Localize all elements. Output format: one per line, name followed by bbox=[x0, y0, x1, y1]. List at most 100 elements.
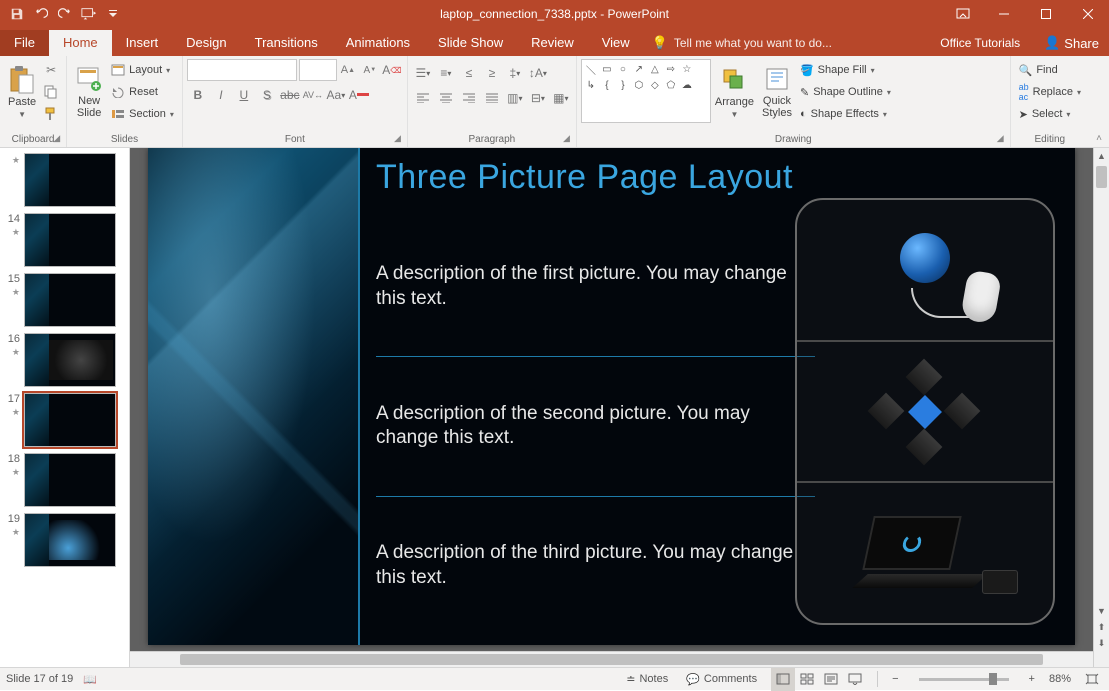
shapes-gallery[interactable]: ＼ ▭ ○ ↗ △ ⇨ ☆ ↳ { } ⬡ ◇ ⬠ ☁ bbox=[581, 59, 711, 123]
change-case-button[interactable]: Aa▾ bbox=[325, 84, 347, 106]
bullets-button[interactable]: ☰▾ bbox=[412, 62, 434, 84]
shadow-button[interactable]: S bbox=[256, 84, 278, 106]
align-center-button[interactable] bbox=[435, 87, 457, 109]
share-button[interactable]: 👤 Share bbox=[1034, 30, 1109, 56]
arrange-button[interactable]: Arrange▼ bbox=[711, 59, 758, 125]
picture-panel[interactable] bbox=[795, 198, 1055, 625]
tab-home[interactable]: Home bbox=[49, 30, 112, 56]
underline-button[interactable]: U bbox=[233, 84, 255, 106]
font-color-button[interactable]: A bbox=[348, 84, 370, 106]
slide-thumbnail[interactable]: 16★ bbox=[0, 330, 129, 390]
shrink-font-button[interactable]: A▼ bbox=[359, 59, 381, 81]
scroll-up-icon[interactable]: ▲ bbox=[1094, 148, 1109, 164]
char-spacing-button[interactable]: AV↔ bbox=[302, 84, 324, 106]
layout-button[interactable]: Layout▾ bbox=[107, 59, 178, 81]
notes-button[interactable]: ≐Notes bbox=[622, 668, 672, 691]
desc-1[interactable]: A description of the first picture. You … bbox=[376, 262, 815, 311]
picture-1[interactable] bbox=[797, 200, 1053, 340]
increase-indent-button[interactable]: ≥ bbox=[481, 62, 503, 84]
text-direction-button[interactable]: ↕A▾ bbox=[527, 62, 549, 84]
slide-canvas[interactable]: Three Picture Page Layout A description … bbox=[148, 148, 1075, 645]
numbering-button[interactable]: ≡▾ bbox=[435, 62, 457, 84]
slide-thumbnail[interactable]: 18★ bbox=[0, 450, 129, 510]
align-left-button[interactable] bbox=[412, 87, 434, 109]
start-slideshow-icon[interactable] bbox=[78, 3, 100, 25]
tab-animations[interactable]: Animations bbox=[332, 30, 424, 56]
horizontal-scrollbar[interactable] bbox=[130, 651, 1093, 667]
minimize-button[interactable] bbox=[983, 0, 1025, 28]
ribbon-display-options-icon[interactable] bbox=[947, 3, 979, 25]
slide-thumbnail[interactable]: 17★ bbox=[0, 390, 129, 450]
format-painter-button[interactable] bbox=[40, 103, 62, 125]
slide-thumbnail[interactable]: 15★ bbox=[0, 270, 129, 330]
slide-thumbnail[interactable]: 14★ bbox=[0, 210, 129, 270]
bold-button[interactable]: B bbox=[187, 84, 209, 106]
justify-button[interactable] bbox=[481, 87, 503, 109]
tab-office-tutorials[interactable]: Office Tutorials bbox=[926, 30, 1034, 56]
zoom-level[interactable]: 88% bbox=[1049, 673, 1071, 685]
align-right-button[interactable] bbox=[458, 87, 480, 109]
shape-effects-button[interactable]: ◐Shape Effects▾ bbox=[796, 103, 895, 125]
zoom-out-button[interactable]: − bbox=[888, 668, 902, 691]
scroll-down-icon[interactable]: ▼ bbox=[1094, 603, 1109, 619]
slide-editor[interactable]: Three Picture Page Layout A description … bbox=[130, 148, 1109, 667]
sorter-view-button[interactable] bbox=[795, 668, 819, 691]
maximize-button[interactable] bbox=[1025, 0, 1067, 28]
shape-fill-button[interactable]: 🪣Shape Fill▾ bbox=[796, 59, 895, 81]
dialog-launcher-icon[interactable]: ◢ bbox=[997, 133, 1004, 144]
copy-button[interactable] bbox=[40, 81, 62, 103]
tab-design[interactable]: Design bbox=[172, 30, 240, 56]
tab-review[interactable]: Review bbox=[517, 30, 588, 56]
zoom-slider-thumb[interactable] bbox=[989, 673, 997, 685]
slideshow-view-button[interactable] bbox=[843, 668, 867, 691]
select-button[interactable]: ➤Select▾ bbox=[1015, 103, 1085, 125]
slide-title[interactable]: Three Picture Page Layout bbox=[376, 158, 793, 197]
desc-2[interactable]: A description of the second picture. You… bbox=[376, 402, 815, 451]
tab-view[interactable]: View bbox=[588, 30, 644, 56]
reading-view-button[interactable] bbox=[819, 668, 843, 691]
grow-font-button[interactable]: A▲ bbox=[337, 59, 359, 81]
tab-file[interactable]: File bbox=[0, 30, 49, 56]
picture-3[interactable] bbox=[797, 481, 1053, 623]
slide-thumbnails-pane[interactable]: ★14★15★16★17★18★19★ bbox=[0, 148, 130, 667]
font-name-combo[interactable] bbox=[187, 59, 297, 81]
tell-me-search[interactable]: 💡 Tell me what you want to do... bbox=[652, 30, 832, 56]
section-button[interactable]: Section▾ bbox=[107, 103, 178, 125]
strikethrough-button[interactable]: abc bbox=[279, 84, 301, 106]
qat-customize-icon[interactable] bbox=[102, 3, 124, 25]
fit-to-window-button[interactable] bbox=[1081, 668, 1103, 691]
clear-formatting-button[interactable]: A⌫ bbox=[381, 59, 403, 81]
normal-view-button[interactable] bbox=[771, 668, 795, 691]
dialog-launcher-icon[interactable]: ◢ bbox=[563, 133, 570, 144]
zoom-in-button[interactable]: + bbox=[1025, 668, 1039, 691]
italic-button[interactable]: I bbox=[210, 84, 232, 106]
zoom-slider[interactable] bbox=[919, 678, 1009, 681]
next-slide-icon[interactable]: ⬇ bbox=[1094, 635, 1109, 651]
slide-thumbnail[interactable]: ★ bbox=[0, 150, 129, 210]
smartart-button[interactable]: ▦▾ bbox=[550, 87, 572, 109]
close-button[interactable] bbox=[1067, 0, 1109, 28]
prev-slide-icon[interactable]: ⬆ bbox=[1094, 619, 1109, 635]
dialog-launcher-icon[interactable]: ◢ bbox=[394, 133, 401, 144]
font-size-combo[interactable] bbox=[299, 59, 337, 81]
comments-button[interactable]: 💬Comments bbox=[682, 668, 761, 691]
picture-2[interactable] bbox=[797, 340, 1053, 482]
decrease-indent-button[interactable]: ≤ bbox=[458, 62, 480, 84]
line-spacing-button[interactable]: ‡▾ bbox=[504, 62, 526, 84]
cut-button[interactable]: ✂ bbox=[40, 59, 62, 81]
new-slide-button[interactable]: New Slide bbox=[71, 59, 107, 125]
slide-counter[interactable]: Slide 17 of 19 bbox=[6, 673, 73, 685]
paste-button[interactable]: Paste ▼ bbox=[4, 59, 40, 125]
collapse-ribbon-icon[interactable]: ˄ bbox=[1096, 133, 1102, 144]
save-icon[interactable] bbox=[6, 3, 28, 25]
tab-slideshow[interactable]: Slide Show bbox=[424, 30, 517, 56]
columns-button[interactable]: ▥▾ bbox=[504, 87, 526, 109]
slide-thumbnail[interactable]: 19★ bbox=[0, 510, 129, 570]
spell-check-icon[interactable]: 📖 bbox=[83, 673, 97, 686]
quick-styles-button[interactable]: Quick Styles bbox=[758, 59, 796, 125]
shape-outline-button[interactable]: ✎Shape Outline▾ bbox=[796, 81, 895, 103]
align-text-button[interactable]: ⊟▾ bbox=[527, 87, 549, 109]
scroll-thumb[interactable] bbox=[180, 654, 1043, 665]
tab-transitions[interactable]: Transitions bbox=[241, 30, 332, 56]
reset-button[interactable]: Reset bbox=[107, 81, 178, 103]
